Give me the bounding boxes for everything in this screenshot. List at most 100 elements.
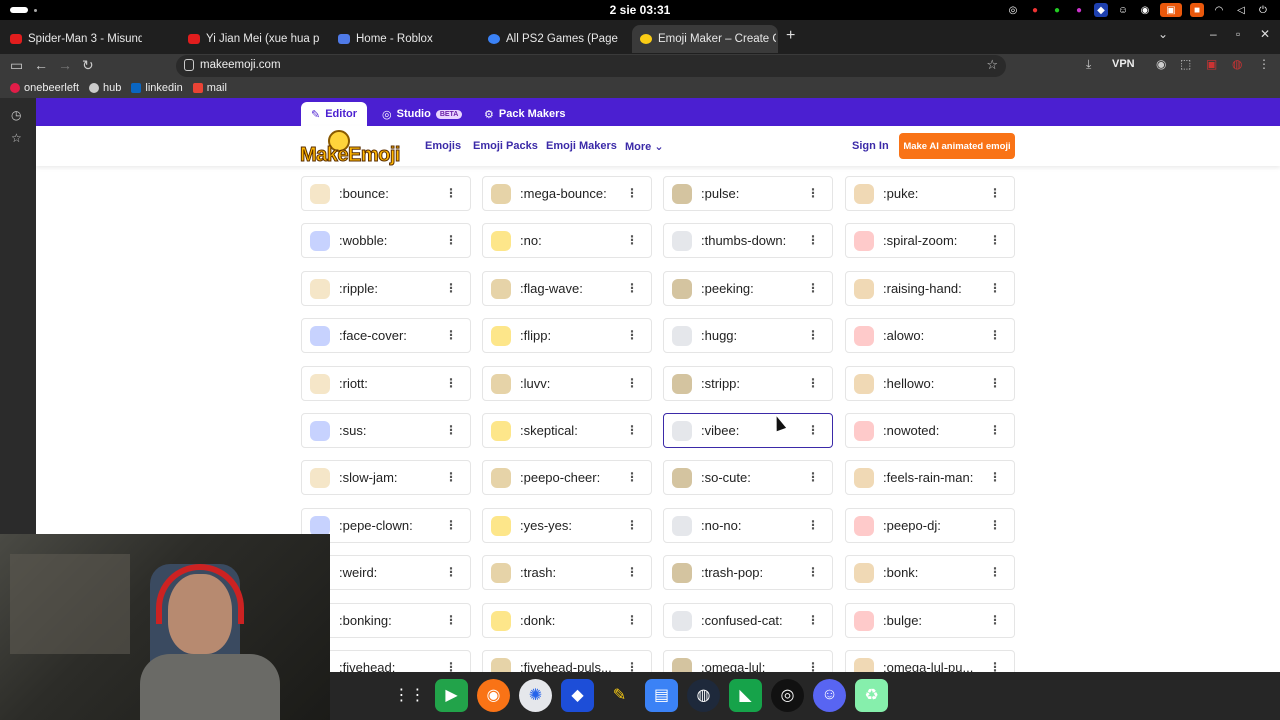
- nav-emoji-packs[interactable]: Emoji Packs: [473, 140, 538, 152]
- emoji-card[interactable]: :skeptical: ⋮: [482, 413, 652, 448]
- nav-emojis[interactable]: Emojis: [425, 140, 461, 152]
- vpn-button[interactable]: VPN: [1112, 58, 1135, 70]
- emoji-card[interactable]: :so-cute: ⋮: [663, 460, 833, 496]
- emoji-card[interactable]: :riott: ⋮: [301, 365, 471, 401]
- discord-tray-icon[interactable]: ☺: [1116, 3, 1130, 17]
- emoji-card[interactable]: :hellowo: ⋮: [845, 365, 1015, 401]
- shield-tray-icon[interactable]: ◆: [1094, 3, 1108, 17]
- emoji-card[interactable]: :omega-lul-pu... ⋮: [845, 650, 1015, 672]
- emoji-card[interactable]: :alowo: ⋮: [845, 318, 1015, 354]
- kebab-menu-icon[interactable]: ⋮: [807, 613, 819, 627]
- kebab-menu-icon[interactable]: ⋮: [445, 518, 457, 532]
- bookmark-star-icon[interactable]: ☆: [986, 57, 998, 73]
- sidebar-toggle-icon[interactable]: ▭: [10, 57, 23, 74]
- emoji-card[interactable]: :vibee: ⋮: [663, 413, 833, 448]
- kebab-menu-icon[interactable]: ⋮: [807, 660, 819, 672]
- emoji-card[interactable]: :raising-hand: ⋮: [845, 270, 1015, 306]
- kebab-menu-icon[interactable]: ⋮: [445, 423, 457, 437]
- documents-icon[interactable]: ▤: [645, 678, 678, 712]
- tab-editor[interactable]: ✎ Editor: [301, 102, 367, 126]
- kebab-menu-icon[interactable]: ⋮: [626, 660, 638, 672]
- kebab-menu-icon[interactable]: ⋮: [626, 565, 638, 579]
- kebab-menu-icon[interactable]: ⋮: [807, 186, 819, 200]
- menu-icon[interactable]: ⋮: [1258, 57, 1270, 71]
- bookmarks-icon[interactable]: ☆: [11, 131, 22, 145]
- lock-icon[interactable]: [184, 59, 194, 71]
- makeemoji-logo[interactable]: MakeEmoji: [300, 130, 401, 166]
- emoji-card[interactable]: :omega-lul: ⋮: [663, 650, 833, 672]
- url-text[interactable]: makeemoji.com: [200, 59, 281, 71]
- emoji-card[interactable]: :no: ⋮: [482, 223, 652, 259]
- emoji-card[interactable]: :bounce: ⋮: [301, 176, 471, 211]
- firefox-icon[interactable]: ◉: [477, 678, 510, 712]
- steam-icon[interactable]: ◍: [687, 678, 720, 712]
- tab-spiderman[interactable]: Spider-Man 3 - Misunde: [2, 25, 142, 53]
- kebab-menu-icon[interactable]: ⋮: [989, 376, 1001, 390]
- kebab-menu-icon[interactable]: ⋮: [989, 233, 1001, 247]
- bookmark-hub[interactable]: hub: [89, 82, 121, 94]
- extension-red-icon[interactable]: ▣: [1206, 57, 1217, 71]
- kebab-menu-icon[interactable]: ⋮: [626, 281, 638, 295]
- url-field[interactable]: makeemoji.com ☆: [176, 55, 1006, 77]
- tab-pack-makers[interactable]: ⚙ Pack Makers: [474, 102, 576, 126]
- tab-yijianmei[interactable]: Yi Jian Mei (xue hua pia: [180, 25, 320, 53]
- kebab-menu-icon[interactable]: ⋮: [989, 518, 1001, 532]
- emoji-card[interactable]: :mega-bounce: ⋮: [482, 176, 652, 211]
- kebab-menu-icon[interactable]: ⋮: [626, 470, 638, 484]
- emoji-card[interactable]: :flipp: ⋮: [482, 318, 652, 354]
- tab-studio[interactable]: ◎ Studio BETA: [372, 102, 472, 126]
- kebab-menu-icon[interactable]: ⋮: [626, 518, 638, 532]
- kebab-menu-icon[interactable]: ⋮: [807, 328, 819, 342]
- emoji-card[interactable]: :face-cover: ⋮: [301, 318, 471, 354]
- kebab-menu-icon[interactable]: ⋮: [445, 613, 457, 627]
- app-grid-icon[interactable]: ⋮⋮: [393, 679, 426, 712]
- kebab-menu-icon[interactable]: ⋮: [445, 470, 457, 484]
- maximize-icon[interactable]: ▫: [1236, 27, 1240, 41]
- kebab-menu-icon[interactable]: ⋮: [807, 423, 819, 437]
- trash-icon[interactable]: ♻: [855, 678, 888, 712]
- kebab-menu-icon[interactable]: ⋮: [989, 660, 1001, 672]
- steam-tray-icon[interactable]: ◎: [1006, 3, 1020, 17]
- app-tray-icon[interactable]: ●: [1028, 3, 1042, 17]
- power-icon[interactable]: ⏻: [1256, 3, 1270, 17]
- emoji-card[interactable]: :spiral-zoom: ⋮: [845, 223, 1015, 259]
- emoji-card[interactable]: :feels-rain-man: ⋮: [845, 460, 1015, 496]
- terminal-icon[interactable]: ▶: [435, 678, 468, 712]
- kebab-menu-icon[interactable]: ⋮: [445, 565, 457, 579]
- emoji-card[interactable]: :bulge: ⋮: [845, 602, 1015, 638]
- kebab-menu-icon[interactable]: ⋮: [807, 518, 819, 532]
- kebab-menu-icon[interactable]: ⋮: [445, 281, 457, 295]
- emoji-card[interactable]: :stripp: ⋮: [663, 365, 833, 401]
- kebab-menu-icon[interactable]: ⋮: [989, 470, 1001, 484]
- tab-emoji-maker[interactable]: Emoji Maker – Create Cu: [632, 25, 778, 53]
- emoji-card[interactable]: :peepo-dj: ⋮: [845, 507, 1015, 543]
- emoji-card[interactable]: :pulse: ⋮: [663, 176, 833, 211]
- emoji-card[interactable]: :sus: ⋮: [301, 413, 471, 448]
- kebab-menu-icon[interactable]: ⋮: [989, 186, 1001, 200]
- emoji-card[interactable]: :puke: ⋮: [845, 176, 1015, 211]
- forward-icon[interactable]: →: [58, 57, 72, 73]
- kebab-menu-icon[interactable]: ⋮: [445, 328, 457, 342]
- tab-list-chevron-icon[interactable]: ⌄: [1158, 27, 1168, 41]
- nav-more[interactable]: More ⌄: [625, 140, 664, 153]
- emoji-card[interactable]: :peeking: ⋮: [663, 270, 833, 306]
- signin-link[interactable]: Sign In: [852, 140, 889, 152]
- emoji-card[interactable]: :confused-cat: ⋮: [663, 602, 833, 638]
- kebab-menu-icon[interactable]: ⋮: [989, 423, 1001, 437]
- kebab-menu-icon[interactable]: ⋮: [989, 565, 1001, 579]
- kebab-menu-icon[interactable]: ⋮: [626, 423, 638, 437]
- emoji-card[interactable]: :hugg: ⋮: [663, 318, 833, 354]
- recording-tray-icon[interactable]: ▣: [1160, 3, 1182, 17]
- emoji-card[interactable]: :nowoted: ⋮: [845, 413, 1015, 448]
- kebab-menu-icon[interactable]: ⋮: [626, 233, 638, 247]
- emoji-card[interactable]: :trash-pop: ⋮: [663, 555, 833, 591]
- kebab-menu-icon[interactable]: ⋮: [807, 565, 819, 579]
- kebab-menu-icon[interactable]: ⋮: [445, 186, 457, 200]
- emoji-card[interactable]: :luvv: ⋮: [482, 365, 652, 401]
- kebab-menu-icon[interactable]: ⋮: [989, 613, 1001, 627]
- nvidia-tray-icon[interactable]: ●: [1050, 3, 1064, 17]
- emoji-card[interactable]: :ripple: ⋮: [301, 270, 471, 306]
- make-ai-emoji-button[interactable]: Make AI animated emoji: [899, 133, 1015, 159]
- emoji-card[interactable]: :flag-wave: ⋮: [482, 270, 652, 306]
- emoji-card[interactable]: :fivehead-puls... ⋮: [482, 650, 652, 672]
